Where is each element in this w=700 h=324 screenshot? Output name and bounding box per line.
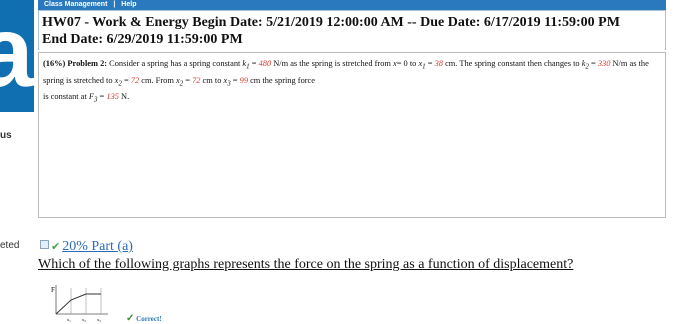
equals: = <box>591 59 596 68</box>
correct-feedback: ✓ Correct! <box>126 313 162 324</box>
equals: = <box>185 75 190 85</box>
problem-label: Problem 2: <box>67 59 108 68</box>
logo: a <box>0 0 34 108</box>
value-x2: 72 <box>130 75 140 85</box>
sidebar-fragment: us <box>0 130 12 141</box>
problem-text: cm to <box>202 75 222 85</box>
graph-tick-x1: x₁ <box>67 317 71 322</box>
left-sidebar-strip: a us eted <box>0 0 34 324</box>
part-a-section: ✔ 20% Part (a) Which of the following gr… <box>38 238 666 273</box>
unit: N. <box>121 92 130 102</box>
problem-text: is constant at <box>43 92 87 102</box>
value-k2: 330 <box>597 59 611 68</box>
problem-text: spring constant then changes to <box>474 59 580 68</box>
value-x3: 99 <box>239 75 248 85</box>
sidebar-fragment: eted <box>0 240 20 251</box>
answer-graph-thumbnail[interactable]: F x₁ x₂ x₃ <box>50 282 112 322</box>
menu-class-management[interactable]: Class Management <box>44 1 107 8</box>
problem-text: cm. From <box>141 75 174 85</box>
correct-label: Correct! <box>136 315 162 323</box>
hint-box-icon[interactable] <box>40 240 49 249</box>
problem-percent: (16%) <box>43 59 66 68</box>
value-x2: 72 <box>192 75 201 85</box>
problem-statement: (16%) Problem 2: Consider a spring has a… <box>38 52 666 218</box>
equals: = <box>232 75 238 85</box>
var-x2-sub: 2 <box>179 79 184 88</box>
problem-text: = 0 to <box>396 59 417 68</box>
menu-help[interactable]: Help <box>121 1 136 8</box>
var-x3-sub: 3 <box>227 79 231 88</box>
part-a-question-text: Which of the following graphs represents… <box>38 257 574 272</box>
assignment-end-date: End Date: 6/29/2019 11:59:00 PM <box>42 32 243 47</box>
var-k2-sub: 2 <box>585 62 589 71</box>
graph-axis-label-f: F <box>51 286 55 294</box>
unit: N/m <box>273 59 289 68</box>
equals: = <box>123 75 129 85</box>
problem-text: as the spring is stretched from <box>290 59 391 68</box>
graph-tick-x2: x₂ <box>82 317 86 322</box>
equals: = <box>251 59 257 68</box>
value-k1: 480 <box>258 59 272 68</box>
var-x1-sub: 1 <box>422 62 426 71</box>
equals: = <box>99 92 105 102</box>
checkmark-icon: ✓ <box>126 313 135 324</box>
equals: = <box>427 59 433 68</box>
assignment-dates: HW07 - Work & Energy Begin Date: 5/21/20… <box>42 15 620 30</box>
problem-text: cm the spring force <box>250 75 315 85</box>
part-a-label[interactable]: 20% Part (a) <box>62 238 133 255</box>
check-icon: ✔ <box>51 241 61 253</box>
part-a-question: ✔ 20% Part (a) Which of the following gr… <box>38 238 666 273</box>
top-menu-bar: Class Management | Help <box>38 0 666 10</box>
var-x2-sub: 2 <box>118 79 122 88</box>
var-f3-sub: 3 <box>93 96 98 105</box>
graph-line <box>55 293 101 315</box>
problem-text: The <box>459 59 473 68</box>
graph-tick-x3: x₃ <box>97 317 101 322</box>
value-f3: 135 <box>106 92 119 102</box>
problem-text: Consider a spring has a spring constant <box>109 59 241 68</box>
menu-separator: | <box>113 1 116 8</box>
assignment-header: HW07 - Work & Energy Begin Date: 5/21/20… <box>38 10 666 50</box>
unit: cm. <box>445 59 458 68</box>
var-k1-sub: 1 <box>246 62 250 71</box>
value-x1: 38 <box>434 59 443 68</box>
